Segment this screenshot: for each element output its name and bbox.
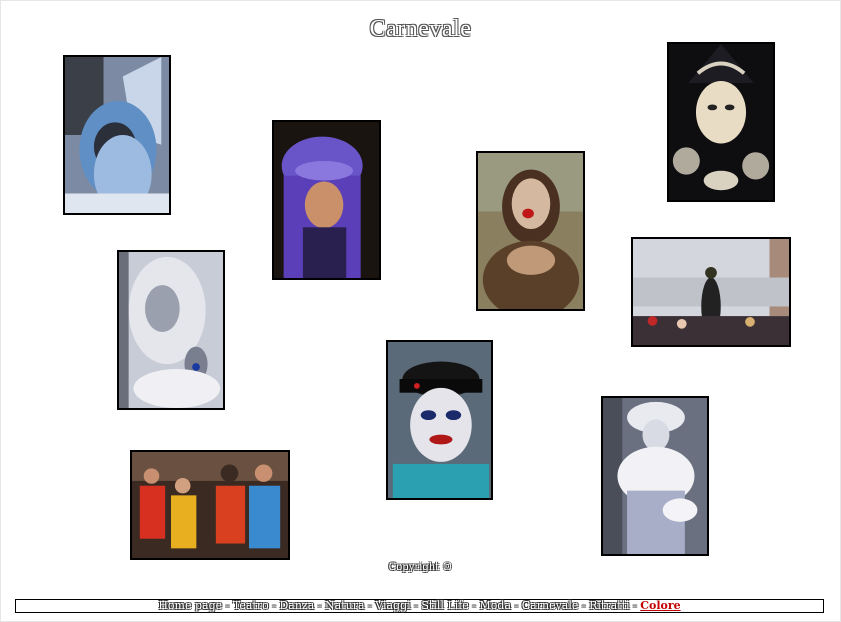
photo-clown-cap[interactable] [386,340,493,500]
nav-link-moda[interactable]: Moda [480,599,512,612]
nav-separator: - [468,599,480,612]
nav-link-viaggi[interactable]: Viaggi [375,599,410,612]
photo-mona-lisa[interactable] [476,151,585,311]
nav-separator: - [410,599,422,612]
nav-link-still-life[interactable]: Still Life [421,599,468,612]
nav-link-carnevale[interactable]: Carnevale [522,599,579,612]
photo-white-mask[interactable] [667,42,775,202]
photo-costumed-group[interactable] [130,450,290,560]
photo-blue-hood[interactable] [63,55,171,215]
nav-separator: - [511,599,522,612]
page-title: Carnevale [369,16,472,42]
footer-nav: Home page - Teatro - Danza - Natura - Vi… [15,599,824,613]
nav-link-natura[interactable]: Natura [325,599,365,612]
nav-link-danza[interactable]: Danza [279,599,314,612]
nav-separator: - [314,599,325,612]
nav-separator: - [268,599,280,612]
nav-link-home[interactable]: Home page [158,599,222,612]
nav-link-ritratti[interactable]: Ritratti [589,599,629,612]
photo-veiled-figure[interactable] [117,250,225,410]
nav-separator: - [364,599,376,612]
photo-street-performer[interactable] [631,237,791,347]
nav-separator: - [629,599,641,612]
nav-link-colore[interactable]: Colore [640,599,680,612]
nav-separator: - [222,599,233,612]
photo-purple-turban[interactable] [272,120,381,280]
nav-link-teatro[interactable]: Teatro [233,599,269,612]
nav-separator: - [578,599,590,612]
photo-feathered-costume[interactable] [601,396,709,556]
copyright-text: Copyright © [388,562,453,573]
